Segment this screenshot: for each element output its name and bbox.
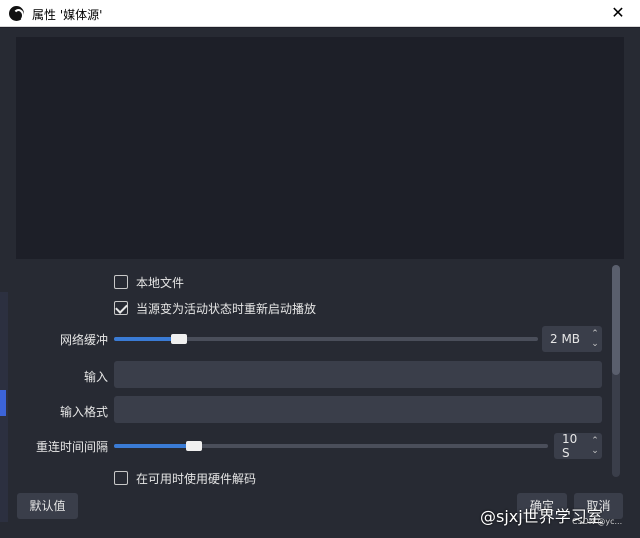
local-file-row[interactable]: 本地文件	[114, 273, 184, 291]
network-buffer-value[interactable]: 2 MB	[542, 332, 588, 346]
reconnect-interval-label: 重连时间间隔	[35, 440, 108, 454]
spin-arrows-icon[interactable]: ⌃ ⌄	[588, 433, 602, 459]
network-buffer-spinbox[interactable]: 2 MB ⌃ ⌄	[542, 326, 602, 352]
defaults-button[interactable]: 默认值	[17, 493, 78, 519]
input-label: 输入	[83, 370, 108, 384]
network-buffer-label: 网络缓冲	[59, 333, 108, 347]
spin-arrows-icon[interactable]: ⌃ ⌄	[588, 326, 602, 352]
source-preview	[16, 37, 624, 259]
restart-on-activate-label: 当源变为活动状态时重新启动播放	[136, 301, 317, 316]
title-bar: 属性 '媒体源' ✕	[0, 0, 640, 27]
reconnect-interval-slider-fill	[114, 444, 188, 448]
reconnect-interval-slider-handle[interactable]	[186, 441, 202, 451]
background-app-selection	[0, 390, 6, 416]
input-format-label: 输入格式	[59, 405, 108, 419]
restart-on-activate-checkbox[interactable]	[114, 301, 128, 315]
network-buffer-slider-handle[interactable]	[171, 334, 187, 344]
properties-scrollbar[interactable]	[612, 265, 620, 477]
reconnect-interval-slider[interactable]	[114, 441, 548, 451]
properties-dialog	[0, 28, 640, 538]
hw-decode-row[interactable]: 在可用时使用硬件解码	[114, 469, 256, 487]
watermark-subtext: CSDN @yc...	[572, 517, 623, 526]
restart-on-activate-row[interactable]: 当源变为活动状态时重新启动播放	[114, 299, 316, 317]
reconnect-interval-value[interactable]: 10 S	[554, 432, 588, 460]
reconnect-interval-spinbox[interactable]: 10 S ⌃ ⌄	[554, 432, 602, 460]
window-title: 属性 '媒体源'	[32, 8, 103, 22]
hw-decode-label: 在可用时使用硬件解码	[136, 471, 257, 486]
obs-logo-icon	[9, 6, 24, 22]
local-file-checkbox[interactable]	[114, 275, 128, 289]
network-buffer-slider[interactable]	[114, 334, 538, 344]
hw-decode-checkbox[interactable]	[114, 471, 128, 485]
input-field[interactable]	[114, 361, 602, 388]
local-file-label: 本地文件	[136, 275, 185, 290]
scrollbar-thumb[interactable]	[612, 265, 620, 375]
input-format-field[interactable]	[114, 396, 602, 423]
network-buffer-slider-fill	[114, 337, 173, 341]
close-icon[interactable]: ✕	[596, 0, 640, 27]
